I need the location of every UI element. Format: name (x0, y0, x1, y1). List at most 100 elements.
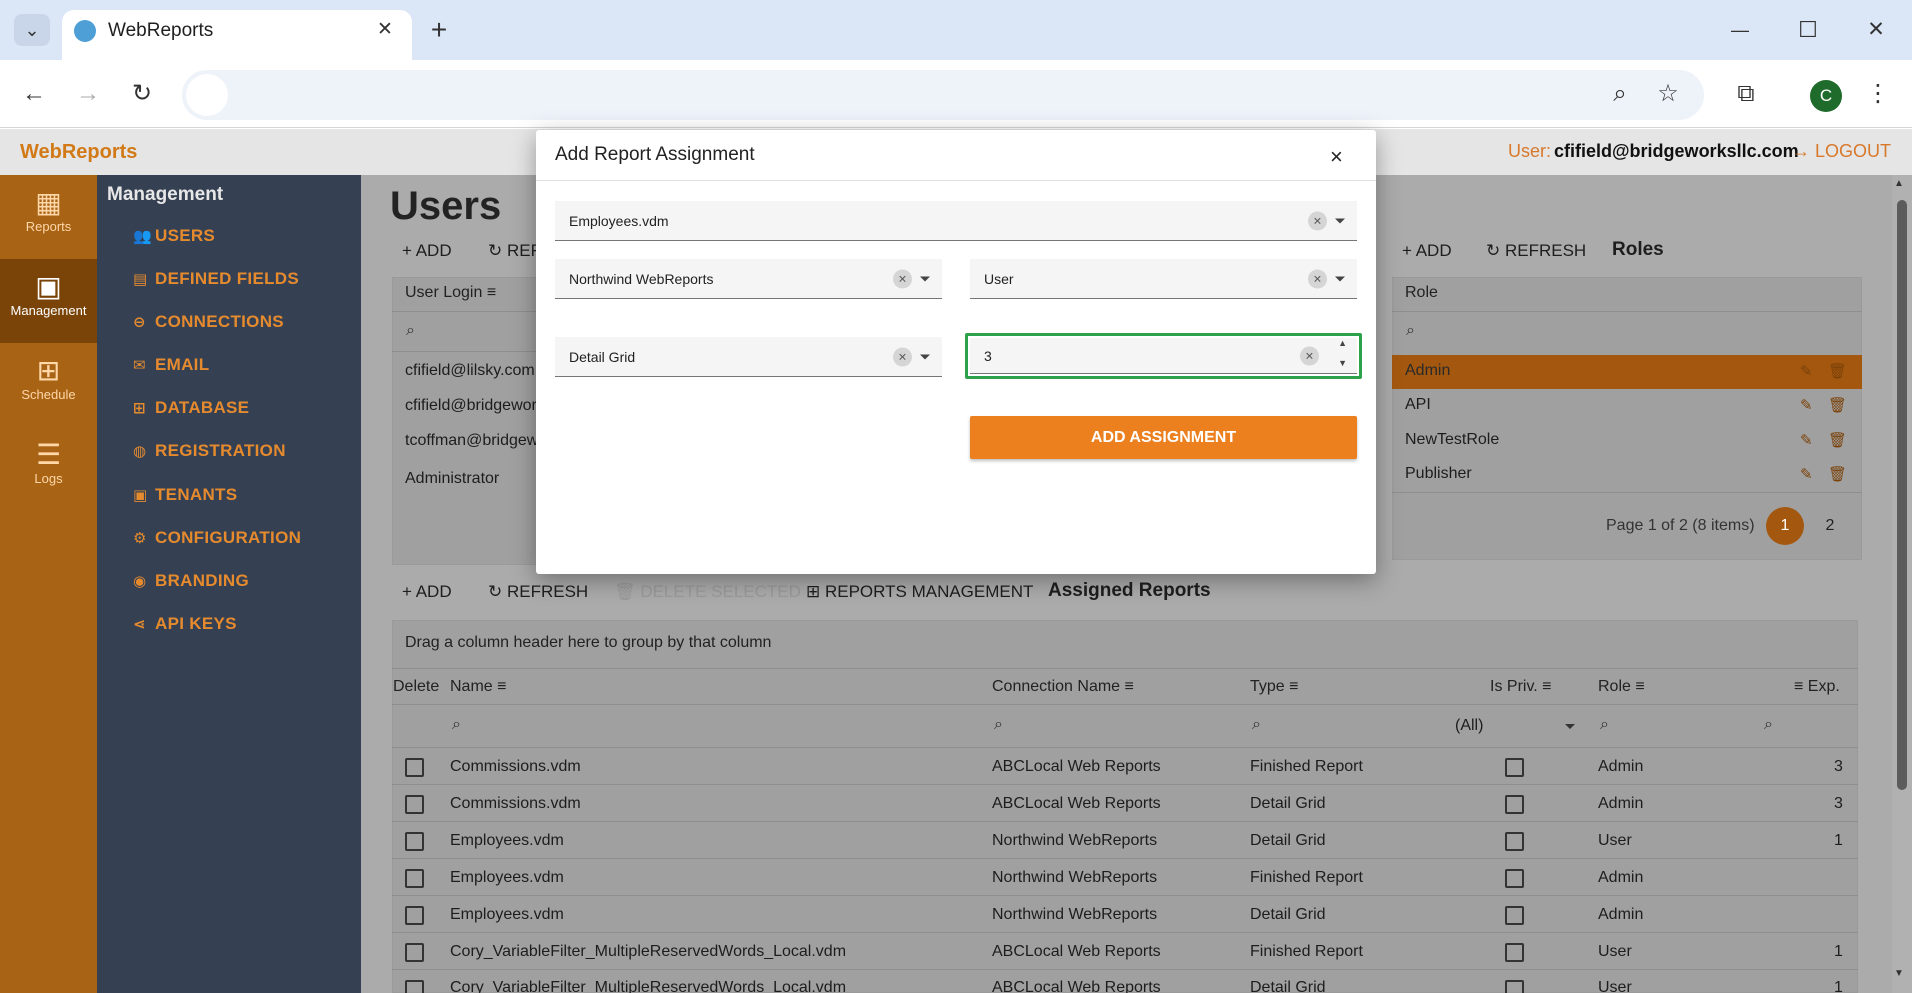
roles-col-header[interactable]: Role (1405, 284, 1438, 302)
filter-icon[interactable]: ≡ (1125, 678, 1134, 695)
edit-icon[interactable]: ✎ (1800, 465, 1813, 483)
is-priv-checkbox[interactable] (1505, 832, 1524, 851)
zoom-icon[interactable]: ⌕ (1602, 78, 1638, 110)
roles-add-button[interactable]: + ADD (1402, 241, 1452, 261)
edit-icon[interactable]: ✎ (1800, 396, 1813, 414)
mgmt-link-branding[interactable]: ◉ BRANDING (133, 571, 249, 591)
delete-checkbox[interactable] (405, 869, 424, 888)
users-row[interactable]: tcoffman@bridgew (405, 432, 538, 450)
filter-icon[interactable]: ≡ (1635, 678, 1644, 695)
nav-logs[interactable]: ☰ Logs (0, 427, 97, 511)
back-icon[interactable]: ← (16, 78, 52, 110)
delete-checkbox[interactable] (405, 795, 424, 814)
is-priv-checkbox[interactable] (1505, 795, 1524, 814)
delete-checkbox[interactable] (405, 980, 424, 993)
logout-button[interactable]: → LOGOUT (1792, 141, 1891, 162)
nav-schedule[interactable]: ⊞ Schedule (0, 343, 97, 427)
users-row[interactable]: cfifield@lilsky.com (405, 362, 538, 380)
users-row[interactable]: cfifield@bridgewor (405, 397, 538, 415)
col-exp[interactable]: ≡ Exp. (1794, 678, 1840, 696)
minimize-button[interactable]: — (1722, 14, 1758, 46)
extensions-icon[interactable]: ⧉ (1728, 78, 1764, 110)
nav-reports[interactable]: ▦ Reports (0, 175, 97, 259)
is-priv-checkbox[interactable] (1505, 980, 1524, 993)
profile-avatar[interactable]: C (1810, 80, 1842, 112)
add-assignment-button[interactable]: ADD ASSIGNMENT (970, 416, 1357, 459)
connection-select[interactable]: Northwind WebReports × (555, 259, 942, 299)
delete-checkbox[interactable] (405, 832, 424, 851)
tab-close-icon[interactable]: ✕ (367, 14, 403, 46)
report-select[interactable]: Employees.vdm × (555, 201, 1357, 241)
users-row[interactable]: Administrator (405, 470, 538, 488)
assigned-add-button[interactable]: + ADD (402, 582, 452, 602)
edit-icon[interactable]: ✎ (1800, 431, 1813, 449)
filter-icon[interactable]: ≡ (497, 678, 506, 695)
roles-row[interactable]: NewTestRole (1405, 431, 1499, 449)
edit-icon[interactable]: ✎ (1800, 362, 1813, 380)
role-select[interactable]: User × (970, 259, 1357, 299)
users-refresh-button[interactable]: ↻ REFRESH (488, 241, 538, 261)
maximize-button[interactable]: ☐ (1790, 14, 1826, 46)
is-priv-checkbox[interactable] (1505, 758, 1524, 777)
clear-icon[interactable]: × (1300, 346, 1319, 365)
filter-icon[interactable]: ≡ (1289, 678, 1298, 695)
window-close-button[interactable]: ✕ (1858, 14, 1894, 46)
mgmt-link-database[interactable]: ⊞ DATABASE (133, 398, 249, 418)
search-icon[interactable]: ⌕ (1252, 716, 1261, 734)
col-type[interactable]: Type ≡ (1250, 678, 1298, 696)
is-priv-checkbox[interactable] (1505, 943, 1524, 962)
roles-row-selected[interactable] (1392, 355, 1862, 389)
bookmark-star-icon[interactable]: ☆ (1650, 78, 1686, 110)
filter-icon[interactable]: ≡ (487, 284, 496, 301)
chevron-down-icon[interactable] (1335, 218, 1345, 223)
filter-icon[interactable]: ≡ (1794, 678, 1803, 695)
col-connection-name[interactable]: Connection Name ≡ (992, 678, 1134, 696)
search-icon[interactable]: ⌕ (994, 716, 1003, 734)
nav-management[interactable]: ▣ Management (0, 259, 97, 343)
mgmt-link-registration[interactable]: ◍ REGISTRATION (133, 441, 286, 461)
roles-refresh-button[interactable]: ↻ REFRESH (1486, 241, 1586, 261)
forward-icon[interactable]: → (70, 78, 106, 110)
scrollbar-thumb[interactable] (1897, 200, 1907, 790)
chevron-down-icon[interactable] (920, 354, 930, 359)
chevron-down-icon[interactable] (920, 276, 930, 281)
tab-search-icon[interactable]: ⌄ (14, 14, 50, 46)
mgmt-link-tenants[interactable]: ▣ TENANTS (133, 485, 237, 505)
mgmt-link-api-keys[interactable]: ⋖ API KEYS (133, 614, 237, 634)
col-name[interactable]: Name ≡ (450, 678, 506, 696)
mgmt-link-email[interactable]: ✉ EMAIL (133, 355, 209, 375)
browser-menu-icon[interactable]: ⋮ (1860, 78, 1896, 110)
col-is-priv[interactable]: Is Priv. ≡ (1490, 678, 1552, 696)
clear-icon[interactable]: × (893, 269, 912, 288)
site-info-icon[interactable] (186, 74, 228, 116)
address-bar[interactable] (182, 70, 1704, 120)
delete-checkbox[interactable] (405, 943, 424, 962)
filter-icon[interactable]: ≡ (1542, 678, 1551, 695)
new-tab-button[interactable]: + (421, 14, 457, 46)
trash-icon[interactable]: 🗑 (1828, 465, 1847, 483)
users-col-header[interactable]: User Login ≡ (405, 284, 496, 302)
type-select[interactable]: Detail Grid × (555, 337, 942, 377)
app-brand[interactable]: WebReports (20, 141, 137, 164)
roles-row[interactable]: Publisher (1405, 465, 1472, 483)
users-add-button[interactable]: + ADD (402, 241, 452, 261)
spin-up-icon[interactable]: ▲ (1338, 338, 1347, 348)
mgmt-link-defined-fields[interactable]: ▤ DEFINED FIELDS (133, 269, 299, 289)
trash-icon[interactable]: 🗑 (1828, 431, 1847, 449)
delete-checkbox[interactable] (405, 906, 424, 925)
pager-page-2[interactable]: 2 (1811, 507, 1849, 545)
col-delete[interactable]: Delete (393, 678, 439, 696)
trash-icon[interactable]: 🗑 (1828, 362, 1847, 380)
scroll-up-icon[interactable]: ▲ (1894, 178, 1904, 189)
mgmt-link-connections[interactable]: ⊖ CONNECTIONS (133, 312, 284, 332)
expiration-spin-input[interactable]: 3 × ▲ ▼ (970, 338, 1357, 374)
mgmt-link-configuration[interactable]: ⚙ CONFIGURATION (133, 528, 301, 548)
dialog-close-icon[interactable]: × (1330, 144, 1343, 170)
mgmt-link-users[interactable]: 👥 USERS (133, 226, 215, 246)
pager-page-1[interactable]: 1 (1766, 507, 1804, 545)
assigned-refresh-button[interactable]: ↻ REFRESH (488, 582, 588, 602)
search-icon[interactable]: ⌕ (1600, 716, 1609, 734)
chevron-down-icon[interactable] (1565, 724, 1575, 729)
is-priv-checkbox[interactable] (1505, 869, 1524, 888)
search-icon[interactable]: ⌕ (452, 716, 461, 734)
